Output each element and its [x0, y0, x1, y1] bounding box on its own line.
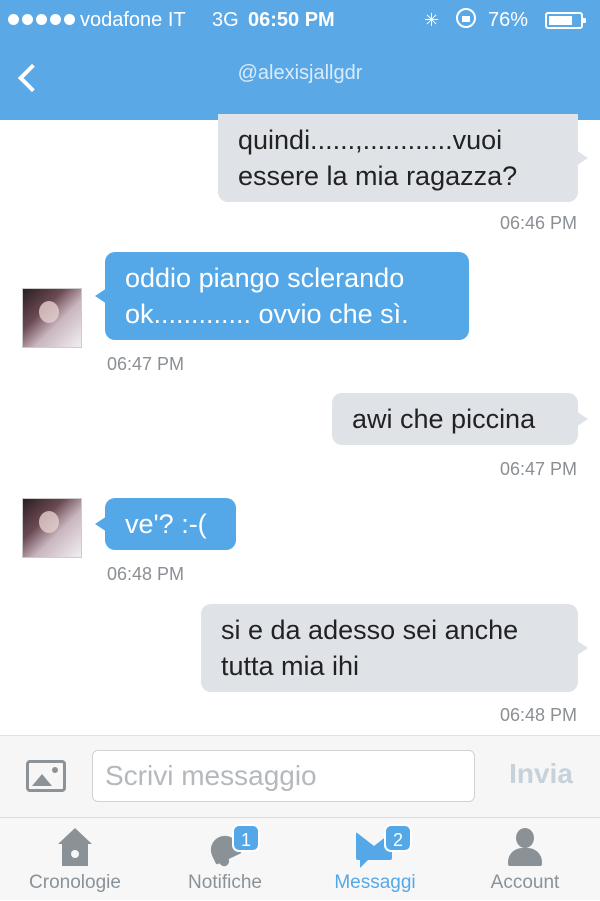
message-bubble-outgoing[interactable]: quindi......,............vuoi essere la … [218, 114, 588, 202]
message-bubble-outgoing[interactable]: awi che piccina [332, 393, 588, 445]
message-composer: Invia [0, 735, 600, 818]
status-bar: vodafone IT 3G 06:50 PM ✳ 76% [0, 0, 600, 40]
tab-label: Cronologie [29, 872, 121, 893]
message-text-line: quindi......,............vuoi [238, 125, 503, 155]
message-bubble-incoming[interactable]: oddio piango sclerando ok............. o… [95, 252, 469, 340]
send-button[interactable]: Invia [496, 758, 586, 790]
tab-label: Account [490, 872, 560, 893]
header-bar: vodafone IT 3G 06:50 PM ✳ 76% @alexisjal… [0, 0, 600, 120]
message-timestamp: 06:48 PM [499, 705, 577, 725]
message-text-line: essere la mia ragazza? [238, 161, 518, 191]
tab-bar: Cronologie 1 Notifiche 2 Messaggi Accoun… [0, 817, 600, 900]
carrier-name: vodafone IT [80, 9, 186, 31]
message-timestamp: 06:47 PM [499, 459, 577, 479]
tab-cronologie[interactable]: Cronologie [0, 818, 150, 901]
message-text-line: tutta mia ihi [221, 651, 360, 681]
message-text-line: ok............. ovvio che sì. [125, 299, 409, 329]
message-bubble-incoming[interactable]: ve'? :-( [95, 498, 236, 550]
notification-badge: 1 [232, 824, 260, 852]
signal-strength-icon [8, 14, 75, 25]
image-icon[interactable] [26, 760, 66, 792]
tab-label: Messaggi [334, 872, 416, 893]
activity-spinner-icon: ✳ [424, 10, 440, 30]
conversation-title: @alexisjallgdr [237, 62, 363, 84]
tab-label: Notifiche [188, 872, 262, 893]
message-bubble-outgoing[interactable]: si e da adesso sei anche tutta mia ihi [201, 604, 588, 692]
avatar[interactable] [22, 498, 82, 558]
tab-account[interactable]: Account [450, 818, 600, 901]
home-icon [56, 828, 94, 866]
person-icon [506, 828, 544, 868]
messages-badge: 2 [384, 824, 412, 852]
message-text-line: awi che piccina [352, 404, 536, 434]
message-timestamp: 06:46 PM [499, 213, 577, 233]
message-timestamp: 06:47 PM [107, 354, 185, 374]
status-time: 06:50 PM [248, 9, 335, 31]
message-input[interactable] [92, 750, 475, 802]
battery-percent: 76% [488, 9, 529, 31]
rotation-lock-icon [456, 8, 476, 28]
message-text-line: ve'? :-( [125, 509, 207, 539]
tab-messaggi[interactable]: 2 Messaggi [300, 818, 450, 901]
message-text-line: oddio piango sclerando [125, 263, 405, 293]
message-text-line: si e da adesso sei anche [221, 615, 519, 645]
avatar[interactable] [22, 288, 82, 348]
network-type: 3G [212, 9, 239, 31]
tab-notifiche[interactable]: 1 Notifiche [150, 818, 300, 901]
battery-icon [545, 12, 586, 29]
message-timestamp: 06:48 PM [107, 564, 185, 584]
